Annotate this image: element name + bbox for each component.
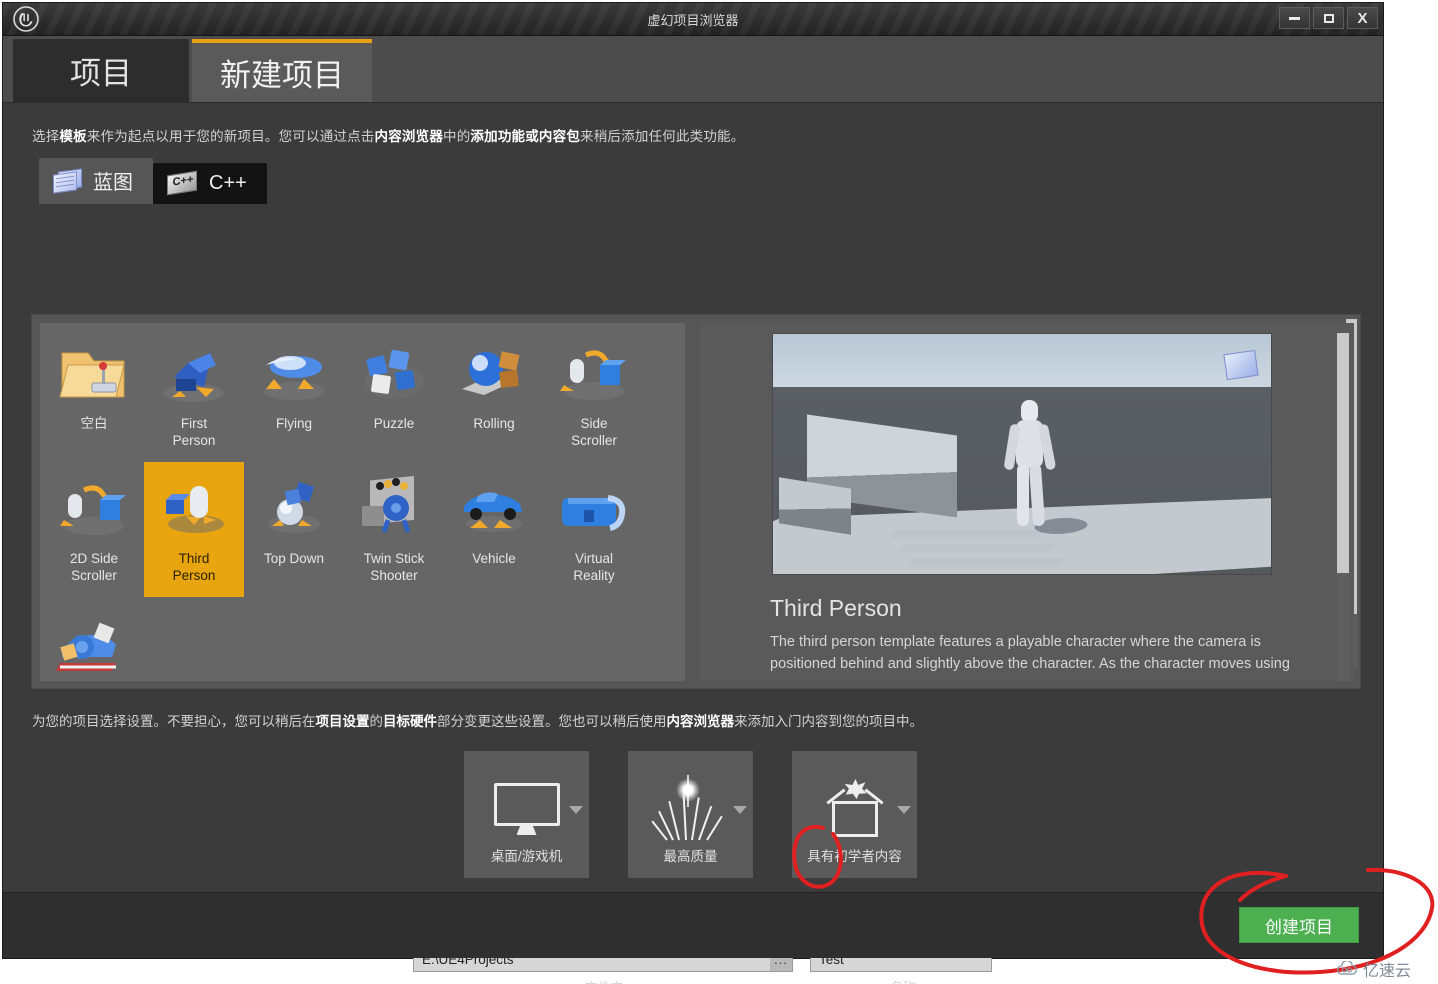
template-category-tabs: 蓝图 C++ C++ — [39, 158, 267, 204]
blueprint-icon — [53, 167, 83, 194]
template-tile[interactable]: Rolling — [444, 327, 544, 462]
hardware-target-dropdown[interactable]: 桌面/游戏机 — [464, 751, 589, 878]
template-panel: 空白 First Person Flying Puzzle Rolling Si… — [31, 314, 1361, 689]
vehicle-icon — [452, 470, 536, 548]
template-tile[interactable]: 空白 — [44, 327, 144, 462]
template-tile-label: Puzzle — [373, 416, 415, 431]
template-grid: 空白 First Person Flying Puzzle Rolling Si… — [40, 323, 685, 681]
template-tile[interactable]: 2D Side Scroller — [44, 462, 144, 597]
chevron-down-icon[interactable] — [569, 806, 583, 814]
name-caption: 名称 — [812, 978, 995, 984]
close-icon: X — [1357, 9, 1368, 27]
tab-cpp-label: C++ — [209, 171, 247, 194]
template-tile-label: Third Person — [172, 551, 216, 583]
graphics-quality-dropdown[interactable]: 最高质量 — [628, 751, 753, 878]
preview-screenshot — [772, 333, 1272, 575]
vehicle-advanced-icon — [52, 605, 136, 681]
window-controls: X — [1279, 7, 1378, 29]
scrollbar-thumb[interactable] — [1337, 333, 1349, 573]
screenshot-root: 虚幻项目浏览器 X 项目 新建项目 选择模板来作为起点以用于您的新项目。您可以通… — [0, 0, 1438, 984]
cloud-icon — [1337, 961, 1357, 975]
flying-icon — [252, 335, 336, 413]
template-tile-label: Twin Stick Shooter — [363, 551, 425, 583]
cpp-icon: C++ — [167, 170, 199, 196]
third-person-icon — [152, 470, 236, 548]
tab-projects[interactable]: 项目 — [13, 39, 189, 102]
chevron-down-icon[interactable] — [733, 806, 747, 814]
template-tile[interactable] — [44, 597, 144, 681]
template-tile-label: First Person — [172, 416, 216, 448]
tab-cpp[interactable]: C++ C++ — [153, 163, 267, 204]
preview-title: Third Person — [770, 595, 902, 621]
tab-new-project[interactable]: 新建项目 — [192, 39, 372, 102]
window-title: 虚幻项目浏览器 — [647, 12, 739, 28]
settings-cards: 桌面/游戏机 最高质量 具有初学者内容 — [464, 751, 917, 878]
preview-scrollbar[interactable] — [1337, 333, 1349, 681]
dialog-body: 选择模板来作为起点以用于您的新项目。您可以通过点击内容浏览器中的添加功能或内容包… — [3, 103, 1383, 984]
tab-blueprint[interactable]: 蓝图 — [39, 158, 153, 204]
unreal-project-browser-window: 虚幻项目浏览器 X 项目 新建项目 选择模板来作为起点以用于您的新项目。您可以通… — [2, 2, 1384, 984]
first-person-icon — [152, 335, 236, 413]
template-tile[interactable]: Virtual Reality — [544, 462, 644, 597]
template-tile[interactable]: Twin Stick Shooter — [344, 462, 444, 597]
create-project-button[interactable]: 创建项目 — [1239, 907, 1359, 943]
main-tab-bar: 项目 新建项目 — [3, 36, 1383, 103]
unreal-logo-icon — [9, 4, 43, 34]
graphics-quality-label: 最高质量 — [663, 849, 718, 864]
template-tile-label: Vehicle — [472, 551, 516, 566]
blueprint-badge-icon — [1223, 349, 1259, 381]
template-tile[interactable]: First Person — [144, 327, 244, 462]
template-tile-label: 2D Side Scroller — [69, 551, 119, 583]
template-tile[interactable]: Side Scroller — [544, 327, 644, 462]
settings-description: 为您的项目选择设置。不要担心，您可以稍后在项目设置的目标硬件部分变更这些设置。您… — [32, 714, 923, 729]
folder-joystick-icon — [52, 335, 136, 413]
template-tile-label: Top Down — [263, 551, 325, 566]
starter-content-label: 具有初学者内容 — [807, 849, 902, 864]
2d-side-scroller-icon — [52, 470, 136, 548]
rolling-ball-icon — [452, 335, 536, 413]
twin-stick-shooter-icon — [352, 470, 436, 548]
template-tile-label: Side Scroller — [571, 416, 617, 448]
template-tile-label: 空白 — [80, 416, 108, 431]
watermark: 亿速云 — [1336, 957, 1411, 981]
virtual-reality-icon — [552, 470, 636, 548]
tab-blueprint-label: 蓝图 — [93, 172, 133, 194]
top-down-icon — [252, 470, 336, 548]
maximize-button[interactable] — [1313, 7, 1344, 29]
dialog-footer: 创建项目 — [3, 892, 1383, 958]
grass-sun-icon — [650, 773, 726, 845]
monitor-icon — [493, 773, 560, 845]
close-button[interactable]: X — [1347, 7, 1378, 29]
path-captions: 文件夹 名称 — [413, 978, 995, 984]
starter-content-dropdown[interactable]: 具有初学者内容 — [792, 751, 917, 878]
template-tile[interactable]: Puzzle — [344, 327, 444, 462]
template-tile[interactable]: Top Down — [244, 462, 344, 597]
open-box-icon — [823, 773, 887, 845]
template-tile[interactable]: Flying — [244, 327, 344, 462]
template-tile-label: Virtual Reality — [573, 551, 615, 583]
watermark-text: 亿速云 — [1363, 963, 1412, 980]
intro-description: 选择模板来作为起点以用于您的新项目。您可以通过点击内容浏览器中的添加功能或内容包… — [32, 129, 745, 144]
folder-caption: 文件夹 — [413, 978, 796, 984]
template-tile[interactable]: Third Person — [144, 462, 244, 597]
template-tile-label: Rolling — [473, 416, 515, 431]
puzzle-icon — [352, 335, 436, 413]
hardware-target-label: 桌面/游戏机 — [490, 849, 563, 864]
mannequin-figure — [1003, 400, 1092, 550]
template-preview-pane: Third Person The third person template f… — [700, 323, 1354, 681]
preview-description: The third person template features a pla… — [770, 634, 1290, 672]
minimize-button[interactable] — [1279, 7, 1310, 29]
side-scroller-icon — [552, 335, 636, 413]
title-bar: 虚幻项目浏览器 X — [3, 3, 1383, 36]
template-tile[interactable]: Vehicle — [444, 462, 544, 597]
template-tile-label: Flying — [275, 416, 312, 431]
chevron-down-icon[interactable] — [897, 806, 911, 814]
